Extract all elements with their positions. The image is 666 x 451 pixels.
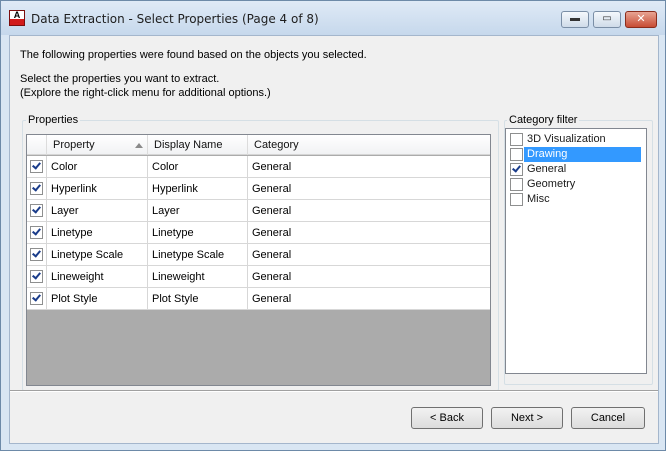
category-filter-label: Category filter [507, 114, 580, 126]
back-button[interactable]: < Back [411, 407, 483, 429]
dialog-window: A Data Extraction - Select Properties (P… [0, 0, 666, 451]
row-checkbox[interactable] [30, 182, 43, 195]
cell-category[interactable]: General [248, 178, 490, 200]
row-checkbox[interactable] [30, 160, 43, 173]
cell-category[interactable]: General [248, 266, 490, 288]
footer-separator [10, 390, 658, 392]
cell-property[interactable]: Hyperlink [47, 178, 148, 200]
category-item[interactable]: 3D Visualization [507, 132, 645, 147]
row-checkbox[interactable] [30, 248, 43, 261]
table-row[interactable]: Lineweight Lineweight General [27, 266, 490, 288]
category-item[interactable]: Misc [507, 192, 645, 207]
category-checkbox[interactable] [510, 148, 523, 161]
row-check-cell [27, 178, 47, 200]
cell-category[interactable]: General [248, 200, 490, 222]
row-checkbox[interactable] [30, 204, 43, 217]
category-item-label: 3D Visualization [527, 133, 606, 145]
properties-group-label: Properties [26, 114, 81, 126]
cell-display-name[interactable]: Layer [148, 200, 248, 222]
sort-ascending-icon [135, 143, 143, 148]
cell-property[interactable]: Linetype Scale [47, 244, 148, 266]
cancel-button[interactable]: Cancel [571, 407, 645, 429]
category-item-label: General [527, 163, 567, 175]
table-row[interactable]: Linetype Scale Linetype Scale General [27, 244, 490, 266]
category-checkbox[interactable] [510, 193, 523, 206]
intro-text-explore: (Explore the right-click menu for additi… [20, 87, 271, 99]
row-check-cell [27, 266, 47, 288]
row-check-cell [27, 222, 47, 244]
app-icon: A [9, 10, 25, 26]
maximize-button[interactable]: ▭ [593, 11, 621, 28]
close-button[interactable]: ✕ [625, 11, 657, 28]
cell-display-name[interactable]: Linetype Scale [148, 244, 248, 266]
header-property-label: Property [53, 139, 95, 151]
category-item-label: Geometry [527, 178, 576, 190]
intro-text-found: The following properties were found base… [20, 49, 367, 61]
row-checkbox[interactable] [30, 226, 43, 239]
checkmark-icon [32, 292, 41, 302]
category-item[interactable]: Geometry [507, 177, 645, 192]
row-check-cell [27, 156, 47, 178]
cell-display-name[interactable]: Color [148, 156, 248, 178]
checkmark-icon [512, 163, 521, 173]
cell-display-name[interactable]: Linetype [148, 222, 248, 244]
dialog-client-area: The following properties were found base… [9, 35, 659, 444]
category-filter-list[interactable]: 3D Visualization Drawing General Geometry Mi… [505, 128, 647, 374]
row-checkbox[interactable] [30, 270, 43, 283]
cell-category[interactable]: General [248, 244, 490, 266]
intro-text-select: Select the properties you want to extrac… [20, 73, 220, 85]
row-check-cell [27, 200, 47, 222]
header-check-column[interactable] [27, 135, 47, 155]
table-row[interactable]: Color Color General [27, 156, 490, 178]
row-check-cell [27, 244, 47, 266]
category-item-label: Misc [527, 193, 550, 205]
row-check-cell [27, 288, 47, 310]
category-item[interactable]: General [507, 162, 645, 177]
app-icon-letter: A [10, 11, 24, 20]
table-row[interactable]: Linetype Linetype General [27, 222, 490, 244]
checkmark-icon [32, 248, 41, 258]
cell-display-name[interactable]: Hyperlink [148, 178, 248, 200]
header-property[interactable]: Property [47, 135, 148, 155]
next-button[interactable]: Next > [491, 407, 563, 429]
properties-grid[interactable]: Property Display Name Category Color Colo… [26, 134, 491, 386]
row-checkbox[interactable] [30, 292, 43, 305]
cell-property[interactable]: Layer [47, 200, 148, 222]
category-item[interactable]: Drawing [507, 147, 645, 162]
cell-category[interactable]: General [248, 222, 490, 244]
table-row[interactable]: Layer Layer General [27, 200, 490, 222]
table-row[interactable]: Plot Style Plot Style General [27, 288, 490, 310]
cell-property[interactable]: Linetype [47, 222, 148, 244]
cell-display-name[interactable]: Plot Style [148, 288, 248, 310]
cell-property[interactable]: Color [47, 156, 148, 178]
checkmark-icon [32, 226, 41, 236]
cell-display-name[interactable]: Lineweight [148, 266, 248, 288]
checkmark-icon [32, 270, 41, 280]
table-row[interactable]: Hyperlink Hyperlink General [27, 178, 490, 200]
minimize-button[interactable]: ▬ [561, 11, 589, 28]
checkmark-icon [32, 204, 41, 214]
cell-property[interactable]: Lineweight [47, 266, 148, 288]
header-category[interactable]: Category [248, 135, 490, 155]
cell-category[interactable]: General [248, 156, 490, 178]
category-checkbox[interactable] [510, 178, 523, 191]
cell-category[interactable]: General [248, 288, 490, 310]
window-title: Data Extraction - Select Properties (Pag… [31, 12, 319, 26]
header-display-name[interactable]: Display Name [148, 135, 248, 155]
category-checkbox[interactable] [510, 163, 523, 176]
title-bar[interactable]: A Data Extraction - Select Properties (P… [1, 1, 665, 35]
category-checkbox[interactable] [510, 133, 523, 146]
grid-header: Property Display Name Category [27, 135, 490, 155]
checkmark-icon [32, 182, 41, 192]
checkmark-icon [32, 160, 41, 170]
category-item-label: Drawing [527, 148, 568, 160]
cell-property[interactable]: Plot Style [47, 288, 148, 310]
